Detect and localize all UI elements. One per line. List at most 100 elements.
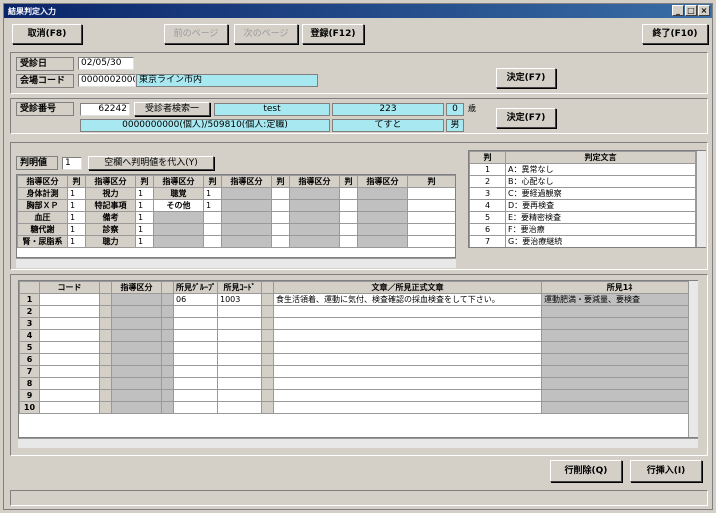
findings-row[interactable]: 8	[19, 377, 697, 390]
criteria-row[interactable]: 2 B：心配なし	[469, 175, 696, 188]
findings-row[interactable]: 7	[19, 365, 697, 378]
group-cell[interactable]	[173, 365, 218, 378]
judge-cell[interactable]	[271, 223, 290, 236]
code-cell[interactable]	[39, 293, 100, 306]
judge-hscroll[interactable]	[16, 258, 456, 268]
guidance-cell[interactable]	[111, 329, 162, 342]
judge-cell[interactable]: 1	[135, 235, 154, 248]
group-cell[interactable]	[173, 401, 218, 414]
group-cell[interactable]	[173, 317, 218, 330]
code-cell[interactable]	[39, 341, 100, 354]
code-lookup-button[interactable]	[99, 293, 112, 306]
sentence-cell[interactable]	[273, 401, 542, 414]
judge-cell[interactable]: 聴力	[85, 235, 136, 248]
finding-code-cell[interactable]	[217, 341, 262, 354]
judge-cell[interactable]	[339, 235, 358, 248]
judge-cell[interactable]: その他	[153, 199, 204, 212]
finding-code-cell[interactable]	[217, 329, 262, 342]
judge-cell[interactable]	[271, 235, 290, 248]
finding-lookup-button[interactable]	[261, 389, 274, 402]
judge-cell[interactable]	[289, 211, 340, 224]
judge-cell[interactable]	[153, 211, 204, 224]
close-icon[interactable]: ×	[698, 5, 710, 16]
judge-cell[interactable]	[289, 235, 340, 248]
code-lookup-button[interactable]	[99, 389, 112, 402]
judge-cell[interactable]: 1	[67, 223, 86, 236]
group-cell[interactable]	[173, 341, 218, 354]
judge-cell[interactable]: 備考	[85, 211, 136, 224]
finding-lookup-button[interactable]	[261, 353, 274, 366]
judge-cell[interactable]	[357, 187, 408, 200]
criteria-row[interactable]: 7 G：要治療継続	[469, 235, 696, 247]
sentence-cell[interactable]	[273, 353, 542, 366]
judge-cell[interactable]	[221, 235, 272, 248]
exam-search-button[interactable]: 受診者検索一	[134, 102, 210, 116]
judge-cell[interactable]: 1	[135, 211, 154, 224]
judge-cell[interactable]: 1	[135, 223, 154, 236]
finding-code-cell[interactable]	[217, 353, 262, 366]
judge-cell[interactable]	[153, 235, 204, 248]
judge-cell[interactable]	[407, 187, 455, 200]
row-insert-button[interactable]: 行挿入(I)	[630, 460, 702, 482]
findings-row[interactable]: 10	[19, 401, 697, 414]
findings-row[interactable]: 4	[19, 329, 697, 342]
guidance-cell[interactable]	[111, 341, 162, 354]
sentence-cell[interactable]	[273, 305, 542, 318]
judge-cell[interactable]	[271, 211, 290, 224]
criteria-row[interactable]: 4 D：要再検査	[469, 199, 696, 212]
judge-cell[interactable]	[221, 187, 272, 200]
code-cell[interactable]	[39, 329, 100, 342]
finding-lookup-button[interactable]	[261, 341, 274, 354]
judge-cell[interactable]	[357, 199, 408, 212]
group-cell[interactable]: 06	[173, 293, 218, 306]
criteria-row[interactable]: 6 F：要治療	[469, 223, 696, 236]
judge-cell[interactable]: 1	[135, 187, 154, 200]
guidance-cell[interactable]	[111, 401, 162, 414]
judge-cell[interactable]	[289, 187, 340, 200]
code-lookup-button[interactable]	[99, 329, 112, 342]
findings-row[interactable]: 3	[19, 317, 697, 330]
judge-cell[interactable]: 1	[203, 199, 222, 212]
finding-code-cell[interactable]	[217, 365, 262, 378]
judge-cell[interactable]	[407, 211, 455, 224]
code-lookup-button[interactable]	[99, 365, 112, 378]
date-field[interactable]: 02/05/30	[78, 57, 134, 70]
findings-row[interactable]: 5	[19, 341, 697, 354]
finding-lookup-button[interactable]	[261, 317, 274, 330]
minimize-icon[interactable]: _	[672, 5, 684, 16]
judge-cell[interactable]: 特記事項	[85, 199, 136, 212]
findings-vscroll[interactable]	[688, 281, 698, 437]
code-cell[interactable]	[39, 365, 100, 378]
code-lookup-button[interactable]	[99, 377, 112, 390]
group-cell[interactable]	[173, 389, 218, 402]
judge-cell[interactable]	[289, 223, 340, 236]
findings-hscroll[interactable]	[18, 438, 698, 448]
code-cell[interactable]	[39, 305, 100, 318]
group-cell[interactable]	[173, 353, 218, 366]
judge-cell[interactable]	[221, 211, 272, 224]
judge-cell[interactable]	[339, 187, 358, 200]
judge-cell[interactable]	[407, 235, 455, 248]
judge-cell[interactable]	[203, 235, 222, 248]
prev-page-button[interactable]: 前のページ	[164, 24, 228, 44]
judge-cell[interactable]	[357, 211, 408, 224]
code-lookup-button[interactable]	[99, 305, 112, 318]
finding-code-cell[interactable]	[217, 389, 262, 402]
judge-cell[interactable]: 1	[67, 235, 86, 248]
findings-row[interactable]: 1 06 1003 食生活領着、運動に気付、検査確認の採血検査をして下さい。 運動肥満・…	[19, 293, 697, 306]
guidance-cell[interactable]	[111, 389, 162, 402]
finding-lookup-button[interactable]	[261, 401, 274, 414]
guidance-cell[interactable]	[111, 305, 162, 318]
judge-cell[interactable]: 胸部ＸＰ	[17, 199, 68, 212]
judge-cell[interactable]	[407, 223, 455, 236]
sentence-cell[interactable]	[273, 365, 542, 378]
code-lookup-button[interactable]	[99, 401, 112, 414]
judge-cell[interactable]	[271, 199, 290, 212]
code-cell[interactable]	[39, 317, 100, 330]
judge-cell[interactable]	[271, 187, 290, 200]
judge-cell[interactable]: 視力	[85, 187, 136, 200]
exit-button[interactable]: 終了(F10)	[642, 24, 708, 44]
judge-cell[interactable]	[203, 223, 222, 236]
code-cell[interactable]	[39, 389, 100, 402]
register-button[interactable]: 登録(F12)	[302, 24, 364, 44]
